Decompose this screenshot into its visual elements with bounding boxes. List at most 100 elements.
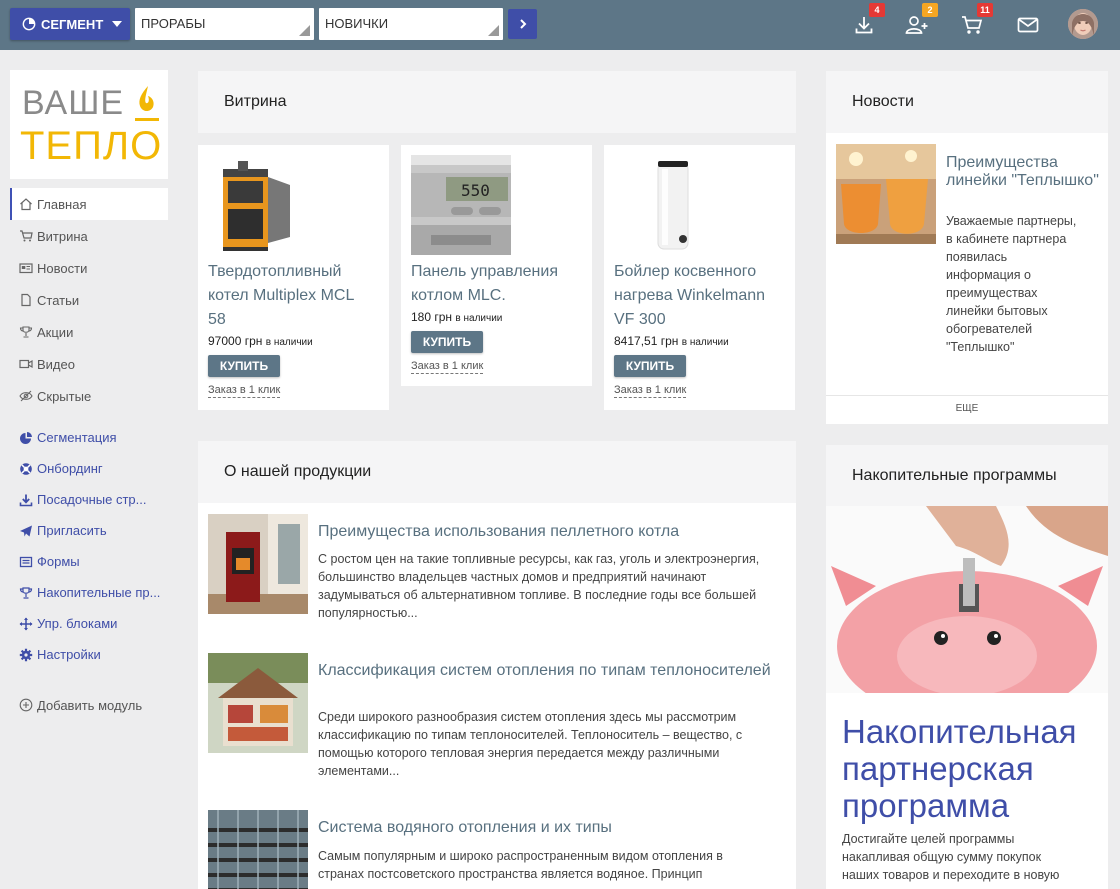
sidebar-item-label: Формы — [37, 554, 80, 569]
sidebar-item-label: Витрина — [37, 228, 88, 244]
add-module-button[interactable]: Добавить модуль — [10, 689, 168, 721]
news-title: Новости — [852, 93, 914, 110]
sidebar-item-forms[interactable]: Формы — [10, 546, 168, 577]
move-icon — [19, 617, 33, 630]
segment-button[interactable]: СЕГМЕНТ — [10, 8, 130, 40]
user-avatar[interactable] — [1068, 9, 1098, 39]
showcase-title: Витрина — [224, 93, 287, 110]
product-stock: в наличии — [681, 337, 729, 348]
chevron-right-icon — [519, 19, 526, 29]
product-stock: в наличии — [265, 337, 313, 348]
users-button[interactable]: 2 — [904, 3, 938, 38]
users-badge: 2 — [922, 3, 938, 17]
downloads-button[interactable]: 4 — [851, 3, 885, 38]
article-item: Классификация систем отопления по типам … — [208, 653, 788, 778]
sidebar-item-label: Акции — [37, 324, 74, 340]
about-header: О нашей продукции — [198, 441, 796, 503]
product-title[interactable]: Твердотопливный котел Multiplex MCL 58 — [208, 260, 354, 332]
sidebar-item-segmentation[interactable]: Сегментация — [10, 422, 168, 453]
sidebar-item-invite[interactable]: Пригласить — [10, 515, 168, 546]
sidebar-item-settings[interactable]: Настройки — [10, 639, 168, 670]
sidebar-item-video[interactable]: Видео — [10, 348, 168, 380]
sidebar-item-label: Главная — [37, 196, 87, 212]
product-title-line: VF 300 — [614, 311, 666, 328]
sidebar-item-hidden[interactable]: Скрытые — [10, 380, 168, 412]
avatar-image — [1068, 9, 1098, 39]
sidebar-item-home[interactable]: Главная — [10, 188, 168, 220]
product-title-line: Твердотопливный — [208, 263, 342, 280]
eye-slash-icon — [19, 390, 33, 402]
logo-line-1: ВАШЕ — [22, 84, 125, 122]
sidebar-item-showcase[interactable]: Витрина — [10, 220, 168, 252]
product-card: 550 Панель управления котлом MLC. 180 гр… — [401, 145, 592, 386]
divider — [826, 395, 1108, 396]
product-price: 8417,51 грн в наличии — [614, 334, 729, 348]
add-module-label: Добавить модуль — [37, 697, 143, 713]
tea-cups-image[interactable] — [836, 144, 936, 244]
product-price-value: 180 грн — [411, 310, 453, 324]
article-title[interactable]: Классификация систем отопления по типам … — [318, 661, 778, 680]
segment-select-2[interactable]: НОВИЧКИ — [319, 8, 503, 40]
control-panel-product-image[interactable]: 550 — [411, 155, 511, 255]
product-title-line: котлом MLC. — [411, 287, 506, 304]
piggy-bank-image[interactable] — [826, 506, 1108, 693]
product-price-value: 97000 грн — [208, 334, 263, 348]
boiler-product-image[interactable] — [208, 155, 308, 255]
download-icon — [19, 494, 33, 506]
segment-label: СЕГМЕНТ — [41, 16, 104, 32]
water-heater-product-image[interactable] — [614, 155, 714, 255]
add-user-icon — [905, 16, 928, 34]
one-click-order-link[interactable]: Заказ в 1 клик — [411, 360, 484, 374]
sidebar-item-label: Онбординг — [37, 461, 103, 476]
product-title-line: нагрева Winkelmann — [614, 287, 766, 304]
sidebar-item-onboarding[interactable]: Онбординг — [10, 453, 168, 484]
product-stock: в наличии — [455, 313, 503, 324]
article-excerpt: Среди широкого разнообразия систем отопл… — [318, 710, 743, 778]
sidebar-item-block-management[interactable]: Упр. блоками — [10, 608, 168, 639]
product-title-line: Панель управления — [411, 263, 558, 280]
pie-chart-icon — [22, 17, 36, 31]
segment-select-1[interactable]: ПРОРАБЫ — [135, 8, 314, 40]
sidebar-item-label: Посадочные стр... — [37, 492, 147, 507]
sidebar-item-label: Упр. блоками — [37, 616, 118, 631]
sidebar-item-news[interactable]: Новости — [10, 252, 168, 284]
loyalty-headline[interactable]: Накопительная партнерская программа — [842, 713, 1102, 824]
segment-select-2-value: НОВИЧКИ — [325, 16, 389, 31]
loyalty-description: Достигайте целей программы накапливая об… — [842, 832, 1060, 882]
one-click-order-link[interactable]: Заказ в 1 клик — [208, 384, 281, 398]
product-title[interactable]: Панель управления котлом MLC. — [411, 260, 558, 308]
select-arrow-icon — [488, 25, 499, 36]
sidebar-nav: Главная Витрина Новости Статьи Акции Вид… — [10, 188, 168, 721]
apply-segment-button[interactable] — [508, 9, 537, 39]
sidebar-item-loyalty-programs[interactable]: Накопительные пр... — [10, 577, 168, 608]
company-logo[interactable]: ВАШЕ ТЕПЛО — [10, 70, 168, 179]
flame-icon — [135, 86, 159, 121]
trophy-icon — [19, 586, 33, 599]
buy-button[interactable]: КУПИТЬ — [411, 331, 483, 353]
buy-button[interactable]: КУПИТЬ — [208, 355, 280, 377]
product-title[interactable]: Бойлер косвенного нагрева Winkelmann VF … — [614, 260, 765, 332]
pellet-stove-image[interactable] — [208, 514, 308, 614]
news-item-title[interactable]: Преимущества линейки "Теплышко" — [946, 154, 1106, 190]
article-title[interactable]: Система водяного отопления и их типы — [318, 818, 778, 837]
sidebar-item-articles[interactable]: Статьи — [10, 284, 168, 316]
loyalty-header: Накопительные программы — [826, 445, 1108, 506]
sidebar-item-promotions[interactable]: Акции — [10, 316, 168, 348]
news-more-button[interactable]: ЕЩЕ — [826, 403, 1108, 414]
sidebar-item-landing-pages[interactable]: Посадочные стр... — [10, 484, 168, 515]
heating-system-image[interactable] — [208, 653, 308, 753]
download-icon — [855, 17, 873, 34]
product-price: 180 грн в наличии — [411, 310, 502, 324]
envelope-icon — [1017, 17, 1039, 33]
article-title[interactable]: Преимущества использования пеллетного ко… — [318, 522, 778, 541]
buy-button[interactable]: КУПИТЬ — [614, 355, 686, 377]
logo-line-2: ТЕПЛО — [20, 124, 163, 168]
product-title-line: Бойлер косвенного — [614, 263, 757, 280]
one-click-order-link[interactable]: Заказ в 1 клик — [614, 384, 687, 398]
messages-button[interactable] — [1015, 12, 1041, 38]
underfloor-heating-image[interactable] — [208, 810, 308, 889]
document-icon — [21, 293, 31, 307]
cart-button[interactable]: 11 — [959, 3, 993, 38]
news-item-text: Уважаемые партнеры, в кабинете партнера … — [946, 214, 1077, 354]
sidebar-item-label: Сегментация — [37, 430, 117, 445]
